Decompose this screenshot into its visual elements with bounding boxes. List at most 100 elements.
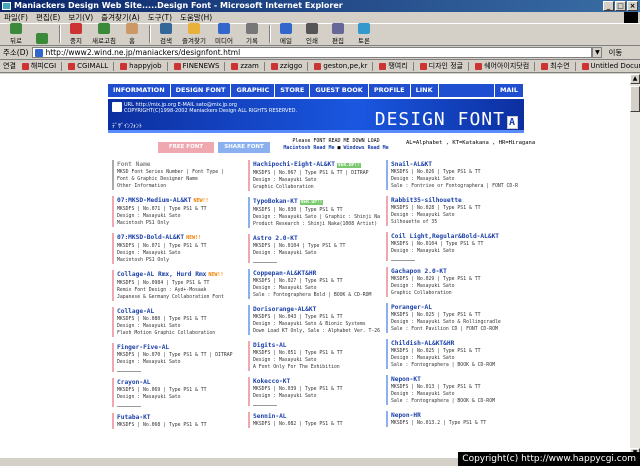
mac-readme-link[interactable]: Macintosh Read Me xyxy=(283,145,334,151)
close-button[interactable]: × xyxy=(627,1,638,11)
font-name-link[interactable]: Hachipochi-Eight-AL&KT VER.UP!! xyxy=(253,160,380,170)
nav-guest-book[interactable]: GUEST BOOK xyxy=(310,84,369,97)
font-name-link[interactable]: Nepon-HR xyxy=(391,411,518,420)
nav-store[interactable]: STORE xyxy=(275,84,311,97)
font-name: Futaba-KT xyxy=(117,414,151,421)
font-info-line: Sale : Fontrive or Fontographera | FONT … xyxy=(391,184,518,189)
menu-favorites[interactable]: 즐겨찾기(A) xyxy=(101,12,140,23)
font-name-link[interactable]: Coil Light,Regular&Bold-AL&KT xyxy=(391,232,518,241)
refresh-button[interactable]: 새로고침 xyxy=(90,23,118,45)
back-button[interactable]: 뒤로 xyxy=(4,23,28,45)
font-entry: Crayon-AL MKSDFS | No.069 | Type PS1 & TT… xyxy=(112,378,244,407)
font-name-link[interactable]: Coppepan-AL&KT&HR xyxy=(253,269,380,278)
standard-toolbar: 뒤로 중지 새로고침 홈 검색 즐겨찾기 미디어 기록 메일 인쇄 편집 토론 xyxy=(0,23,640,46)
link-item[interactable]: zzam xyxy=(231,62,264,71)
maximize-button[interactable]: □ xyxy=(615,1,626,11)
favorites-button[interactable]: 즐겨찾기 xyxy=(180,23,208,45)
history-button[interactable]: 기록 xyxy=(240,23,264,45)
font-info-line: Flash Motion Graphic Collaboration xyxy=(117,331,216,336)
font-name-link[interactable]: Finger-Five-AL xyxy=(117,343,244,352)
font-name-link[interactable]: Kokecco-KT xyxy=(253,377,380,386)
link-item[interactable]: 디자인 정글 xyxy=(420,61,469,71)
share-font-button[interactable]: SHARE FONT xyxy=(218,142,270,153)
banner-info: URL http://mix.jp.org E-MAIL sato@mix.jp… xyxy=(112,102,297,114)
home-button[interactable]: 홈 xyxy=(120,23,144,45)
minimize-button[interactable]: _ xyxy=(603,1,614,11)
free-font-button[interactable]: FREE FONT xyxy=(158,142,214,153)
discuss-button[interactable]: 토론 xyxy=(352,23,376,45)
font-info-line: Japanese & Germany Collaboration Font xyxy=(117,295,224,300)
link-item[interactable]: geston,pe,kr xyxy=(314,62,373,71)
font-name-link[interactable]: Collage-AL Rmx, Hurd Rmx NEW!! xyxy=(117,270,244,280)
font-name-link[interactable]: 07:MKSD-Bold-AL&KT NEW!! xyxy=(117,233,244,243)
nav-graphic[interactable]: GRAPHIC xyxy=(231,84,276,97)
back-icon xyxy=(10,23,22,34)
font-name-link[interactable]: Childish-AL&KT&HR xyxy=(391,339,518,348)
toolbar-label: 새로고침 xyxy=(92,37,116,45)
link-item[interactable]: FINENEWS xyxy=(174,62,226,71)
nav-profile[interactable]: PROFILE xyxy=(368,84,411,97)
links-label: 연결 xyxy=(3,62,16,70)
font-name-link[interactable]: Poranger-AL xyxy=(391,303,518,312)
font-name-link[interactable]: Snail-AL&KT xyxy=(391,160,518,169)
vertical-scrollbar[interactable]: ▲ ▼ xyxy=(630,74,640,458)
nav-information[interactable]: INFORMATION xyxy=(108,84,171,97)
link-item[interactable]: 쉐어아이지닷컴 xyxy=(475,61,535,71)
link-item[interactable]: 해피CGI xyxy=(22,61,62,71)
font-info-line: MKSDFS | No.028 | Type PS1 & TT xyxy=(391,206,481,211)
menu-view[interactable]: 보기(V) xyxy=(68,12,93,23)
window-titlebar: Maniackers Design Web Site.....Design Fo… xyxy=(0,0,640,12)
link-item[interactable]: happyjob xyxy=(120,62,167,71)
mail-button[interactable]: 메일 xyxy=(274,23,298,45)
address-input[interactable]: http://www2.wind.ne.jp/maniackers/design… xyxy=(32,47,593,58)
font-entry: Hachipochi-Eight-AL&KT VER.UP!! MKSDFS | N… xyxy=(248,160,380,191)
font-info-line: Design : Masayuki Sato xyxy=(253,178,317,183)
font-name-link[interactable]: Collage-AL xyxy=(117,307,244,316)
font-entry: Font Name MKSD Font Series Number | Font … xyxy=(112,160,244,190)
print-button[interactable]: 인쇄 xyxy=(300,23,324,45)
font-name-link[interactable]: Futaba-KT xyxy=(117,413,244,422)
font-name-link[interactable]: Digits-AL xyxy=(253,341,380,350)
font-name-link[interactable]: Nepon-KT xyxy=(391,375,518,384)
menu-edit[interactable]: 편집(E) xyxy=(36,12,60,23)
version-up-badge: VER.UP!! xyxy=(299,200,324,205)
font-entry: Collage-AL Rmx, Hurd Rmx NEW!! MKSDFS | No… xyxy=(112,270,244,301)
menu-help[interactable]: 도움말(H) xyxy=(180,12,212,23)
link-item[interactable]: 최수연 xyxy=(541,61,575,71)
edit-button[interactable]: 편집 xyxy=(326,23,350,45)
search-icon xyxy=(160,23,172,34)
scroll-up-button[interactable]: ▲ xyxy=(630,74,640,84)
media-button[interactable]: 미디어 xyxy=(210,23,238,45)
font-entry: Nepon-KT MKSDFS | No.013 | Type PS1 & TT D… xyxy=(386,375,518,405)
win-readme-link[interactable]: Windows Read Me xyxy=(344,145,389,151)
menu-file[interactable]: 파일(F) xyxy=(4,12,28,23)
font-name-link[interactable]: TypoBokan-KT VER.UP!! xyxy=(253,197,380,207)
address-dropdown-button[interactable]: ▼ xyxy=(592,47,603,58)
forward-button[interactable] xyxy=(30,23,54,45)
forward-icon xyxy=(36,33,48,44)
menu-tools[interactable]: 도구(T) xyxy=(148,12,172,23)
search-button[interactable]: 검색 xyxy=(154,23,178,45)
font-info-line: Graphic Collaboration xyxy=(253,185,314,190)
stop-button[interactable]: 중지 xyxy=(64,23,88,45)
address-label: 주소(D) xyxy=(3,48,29,57)
nav-link[interactable]: LINK xyxy=(410,84,439,97)
link-item[interactable]: Untitled Document xyxy=(582,62,640,71)
font-name-link[interactable]: Sennin-AL xyxy=(253,412,380,421)
font-name-link[interactable]: Dorisorange-AL&KT xyxy=(253,305,380,314)
font-name-link[interactable]: Gachapon 2.0-KT xyxy=(391,267,518,276)
font-name-link[interactable]: Rabbit35-silhouette xyxy=(391,196,518,205)
font-name-link[interactable]: 07:MKSD-Medium-AL&KT NEW!! xyxy=(117,196,244,206)
link-item[interactable]: 땡여리 xyxy=(379,61,413,71)
font-name-link[interactable]: Font Name xyxy=(117,160,244,169)
font-entry: Dorisorange-AL&KT MKSDFS | No.043 | Type … xyxy=(248,305,380,335)
link-item[interactable]: zziggo xyxy=(271,62,308,71)
nav-design-font[interactable]: DESIGN FONT xyxy=(170,84,232,97)
scroll-thumb[interactable] xyxy=(630,86,640,112)
go-button[interactable]: 이동 xyxy=(608,47,622,58)
link-item[interactable]: CGIMALL xyxy=(68,62,114,71)
font-info-line: MKSDFS | No.067 | Type PS1 & TT | DITRAP xyxy=(253,171,369,176)
font-name-link[interactable]: Astro 2.0-KT xyxy=(253,234,380,243)
nav-mail[interactable]: MAIL xyxy=(494,84,524,97)
font-name-link[interactable]: Crayon-AL xyxy=(117,378,244,387)
